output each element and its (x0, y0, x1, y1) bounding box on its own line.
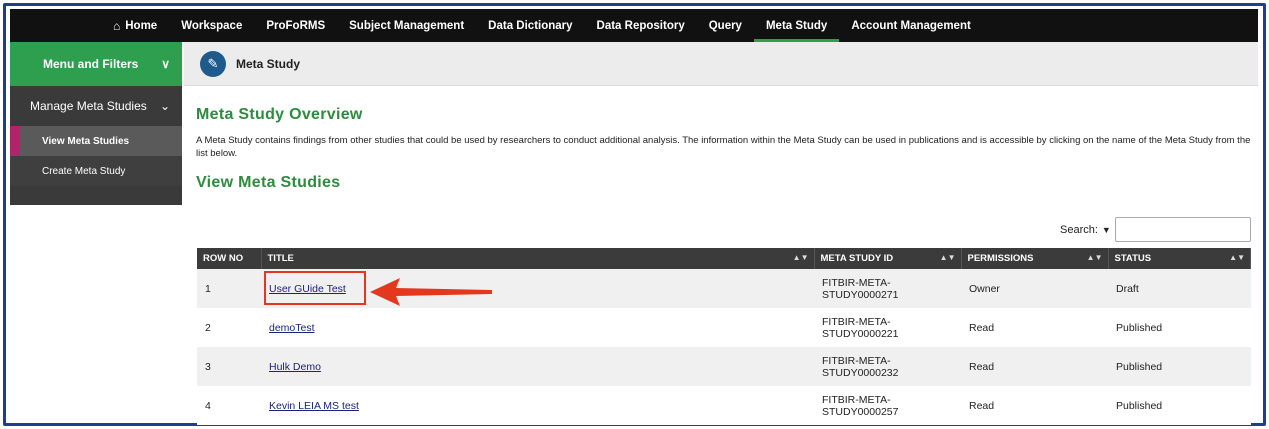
nav-home[interactable]: ⌂ Home (10, 9, 169, 42)
home-icon: ⌂ (113, 18, 121, 33)
permissions-cell: Owner (961, 269, 1108, 308)
callout-arrow-icon (370, 278, 492, 306)
chevron-down-icon: ⌄ (159, 99, 170, 113)
table-row: 3 Hulk Demo FITBIR-META- STUDY0000232 Rea… (197, 347, 1251, 386)
search-label: Search: (1060, 223, 1098, 236)
permissions-cell: Read (961, 308, 1108, 347)
sidebar-section-label: Manage Meta Studies (30, 99, 147, 113)
sidebar-item-create-meta-study[interactable]: Create Meta Study (10, 156, 182, 186)
sort-icon: ▲▼ (1229, 253, 1245, 262)
main-content: Meta Study Overview A Meta Study contain… (196, 106, 1254, 192)
col-permissions[interactable]: PERMISSIONS ▲▼ (961, 248, 1109, 269)
id-line1: FITBIR-META- (822, 354, 891, 367)
col-title[interactable]: TITLE ▲▼ (261, 248, 815, 269)
nav-query[interactable]: Query (697, 9, 754, 42)
status-cell: Published (1108, 386, 1251, 425)
nav-proforms[interactable]: ProFoRMS (254, 9, 337, 42)
title-link[interactable]: Hulk Demo (269, 361, 321, 373)
status-cell: Published (1108, 347, 1251, 386)
sidebar: Menu and Filters ∨ Manage Meta Studies ⌄… (10, 42, 182, 205)
id-line2: STUDY0000232 (822, 366, 899, 379)
table-row: 2 demoTest FITBIR-META- STUDY0000221 Read… (197, 308, 1251, 347)
breadcrumb: ✎ Meta Study (184, 42, 1258, 86)
row-no: 1 (197, 269, 261, 308)
title-cell: Hulk Demo (261, 347, 814, 386)
id-line1: FITBIR-META- (822, 315, 891, 328)
meta-study-id-cell: FITBIR-META- STUDY0000221 (814, 308, 961, 347)
sidebar-item-view-meta-studies[interactable]: View Meta Studies (10, 126, 182, 156)
title-link[interactable]: demoTest (269, 322, 315, 334)
id-line2: STUDY0000257 (822, 405, 899, 418)
meta-study-id-cell: FITBIR-META- STUDY0000232 (814, 347, 961, 386)
top-nav: ⌂ Home Workspace ProFoRMS Subject Manage… (10, 9, 1258, 42)
col-status[interactable]: STATUS ▲▼ (1108, 248, 1251, 269)
row-no: 2 (197, 308, 261, 347)
double-chevron-down-icon: ∨ (161, 57, 170, 71)
overview-heading: Meta Study Overview (196, 106, 363, 123)
permissions-cell: Read (961, 386, 1108, 425)
col-status-label: STATUS (1114, 253, 1152, 264)
col-meta-study-id[interactable]: META STUDY ID ▲▼ (814, 248, 962, 269)
nav-data-repository[interactable]: Data Repository (585, 9, 697, 42)
sort-icon: ▲▼ (939, 253, 956, 262)
nav-account-management[interactable]: Account Management (839, 9, 983, 42)
nav-home-label: Home (125, 19, 158, 32)
sort-icon: ▲▼ (792, 253, 809, 262)
search-row: Search: ▼ (1060, 217, 1251, 242)
permissions-cell: Read (961, 347, 1108, 386)
nav-subject-management[interactable]: Subject Management (337, 9, 476, 42)
sort-icon: ▲▼ (1086, 253, 1103, 262)
sidebar-section-manage[interactable]: Manage Meta Studies ⌄ (10, 86, 182, 126)
meta-study-id-cell: FITBIR-META- STUDY0000271 (814, 269, 961, 308)
col-row-no-label: ROW NO (203, 253, 244, 264)
col-id-label: META STUDY ID (820, 253, 894, 264)
row-no: 4 (197, 386, 261, 425)
search-dropdown-icon[interactable]: ▼ (1102, 225, 1111, 235)
id-line1: FITBIR-META- (822, 393, 891, 406)
title-link[interactable]: Kevin LEIA MS test (269, 400, 359, 412)
row-no: 3 (197, 347, 261, 386)
id-line1: FITBIR-META- (822, 276, 891, 289)
status-cell: Published (1108, 308, 1251, 347)
title-cell: Kevin LEIA MS test (261, 386, 814, 425)
sidebar-header[interactable]: Menu and Filters ∨ (10, 42, 182, 86)
callout-highlight-box (264, 271, 366, 305)
search-input[interactable] (1114, 217, 1251, 242)
nav-data-dictionary[interactable]: Data Dictionary (476, 9, 584, 42)
page-title: Meta Study (236, 56, 301, 71)
meta-study-icon: ✎ (200, 50, 226, 77)
col-permissions-label: PERMISSIONS (967, 253, 1034, 264)
status-cell: Draft (1108, 269, 1251, 308)
id-line2: STUDY0000221 (822, 327, 899, 340)
nav-workspace[interactable]: Workspace (169, 9, 254, 42)
table-row: 4 Kevin LEIA MS test FITBIR-META- STUDY00… (197, 386, 1251, 425)
table-header-row: ROW NO TITLE ▲▼ META STUDY ID ▲▼ PERMISSIO… (197, 248, 1251, 269)
sidebar-header-label: Menu and Filters (43, 57, 139, 71)
nav-meta-study[interactable]: Meta Study (753, 9, 840, 42)
view-heading: View Meta Studies (196, 174, 341, 191)
title-cell: demoTest (261, 308, 814, 347)
id-line2: STUDY0000271 (822, 288, 899, 301)
col-row-no[interactable]: ROW NO (197, 248, 262, 269)
meta-study-id-cell: FITBIR-META- STUDY0000257 (814, 386, 961, 425)
col-title-label: TITLE (267, 253, 294, 264)
overview-description: A Meta Study contains findings from othe… (196, 135, 1251, 159)
